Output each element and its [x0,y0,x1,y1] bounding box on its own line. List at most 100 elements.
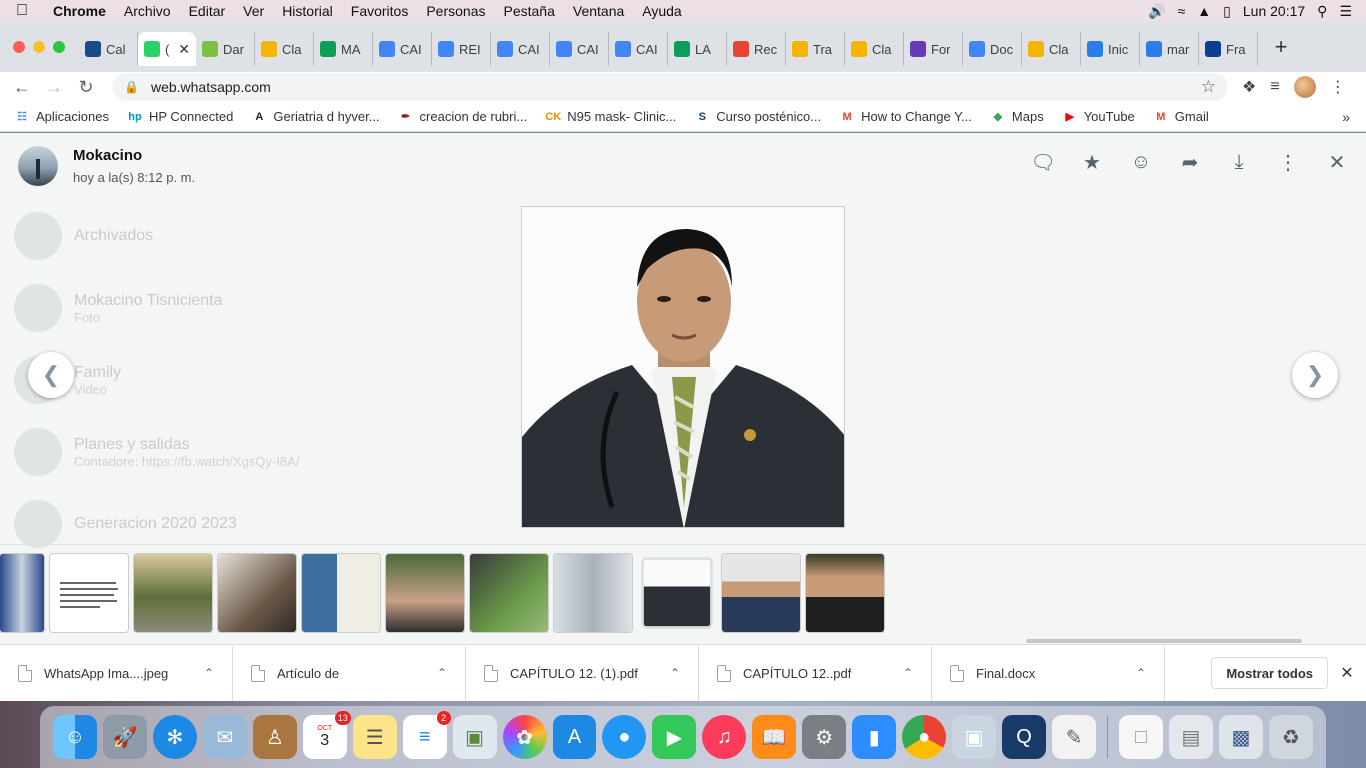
media-thumbnail[interactable] [470,553,548,632]
quicktime-icon[interactable]: Q [1002,715,1047,759]
react-emoji-icon[interactable]: ☺ [1130,151,1152,173]
tab[interactable]: CAI [491,32,550,66]
tab[interactable]: Dar [196,32,255,66]
system-preferences-icon[interactable]: ⚙ [802,715,847,759]
media-thumbnail[interactable] [722,553,800,632]
download-options-chevron-icon[interactable]: ⌃ [670,666,680,680]
trash-icon[interactable]: ♻ [1268,715,1313,759]
download-icon[interactable]: ⤓ [1228,151,1250,173]
menu-personas[interactable]: Personas [417,3,494,19]
download-item[interactable]: Final.docx ⌃ [932,645,1165,701]
facetime-icon[interactable]: ▶ [652,715,697,759]
media-thumbnail[interactable] [806,553,884,632]
bookmark-item[interactable]: M How to Change Y... [839,109,971,125]
media-control-icon[interactable]: ≡ [1270,78,1279,96]
tab[interactable]: CAI [609,32,668,66]
menu-app-name[interactable]: Chrome [44,3,115,19]
tab[interactable]: mar [1140,32,1199,66]
tab[interactable]: REI [432,32,491,66]
bookmark-item[interactable]: ☷ Aplicaciones [14,109,109,125]
menu-ayuda[interactable]: Ayuda [633,3,690,19]
close-viewer-icon[interactable]: ✕ [1326,151,1348,174]
close-tab-icon[interactable]: ✕ [178,41,190,58]
tab[interactable]: Cla [1022,32,1081,66]
tab[interactable]: For [904,32,963,66]
zoom-icon[interactable]: ▮ [852,715,897,759]
tab[interactable]: Cal [79,32,138,66]
extensions-puzzle-icon[interactable]: ❖ [1242,77,1256,97]
textedit-icon[interactable]: ✎ [1052,715,1097,759]
spotlight-search-icon[interactable]: ⚲ [1317,3,1327,20]
menu-historial[interactable]: Historial [273,3,342,19]
tab[interactable]: Cla [845,32,904,66]
download-item[interactable]: WhatsApp Ima....jpeg ⌃ [0,645,233,701]
bookmarks-overflow-icon[interactable]: » [1342,109,1366,125]
tab[interactable]: MA [314,32,373,66]
download-item[interactable]: Artículo de ⌃ [233,645,466,701]
more-options-icon[interactable]: ⋮ [1277,151,1299,174]
download-options-chevron-icon[interactable]: ⌃ [437,666,447,680]
back-button[interactable]: ← [6,77,38,98]
menu-pestana[interactable]: Pestaña [495,3,564,19]
next-media-button[interactable]: ❯ [1292,352,1338,398]
star-message-icon[interactable]: ★ [1081,151,1103,174]
download-item[interactable]: CAPÍTULO 12..pdf ⌃ [699,645,932,701]
close-shelf-icon[interactable]: ✕ [1328,663,1366,683]
tab[interactable]: CAI [373,32,432,66]
tab[interactable]: Doc [963,32,1022,66]
media-thumbnail[interactable] [302,553,380,632]
contact-avatar[interactable] [18,146,58,186]
media-thumbnail-selected[interactable] [643,559,711,626]
forward-button[interactable]: → [38,77,70,98]
menu-editar[interactable]: Editar [180,3,235,19]
calendar-icon[interactable]: OCT 3 13 [302,711,351,759]
menu-ver[interactable]: Ver [234,3,273,19]
menu-archivo[interactable]: Archivo [115,3,180,19]
media-thumbnail[interactable] [134,553,212,632]
finder-icon[interactable]: ☺ [53,715,97,759]
volume-icon[interactable]: 🔊 [1148,3,1165,20]
address-bar[interactable]: 🔒 web.whatsapp.com ☆ [112,73,1228,101]
menu-ventana[interactable]: Ventana [564,3,633,19]
tab-active[interactable]: (✕ [138,32,196,66]
media-thumbnail[interactable] [386,553,464,632]
new-tab-button[interactable]: + [1266,34,1296,60]
downloads-stack-icon[interactable]: ▤ [1168,715,1213,759]
tab[interactable]: Fra [1199,32,1258,66]
bookmark-item[interactable]: A Geriatria d hyver... [251,109,379,125]
tab[interactable]: CAI [550,32,609,66]
chrome-icon[interactable]: ● [902,715,947,759]
bookmark-item[interactable]: M Gmail [1153,109,1209,125]
thumbnail-scrollbar[interactable] [1026,639,1302,643]
reminders-icon[interactable]: ≡ 2 [402,711,451,759]
lock-icon[interactable]: 🔒 [124,80,139,94]
contacts-icon[interactable]: ♙ [252,715,297,759]
document-stack-icon[interactable]: □ [1119,715,1163,759]
image-capture-icon[interactable]: ▣ [952,715,997,759]
music-icon[interactable]: ♫ [702,715,747,759]
tab[interactable]: Tra [786,32,845,66]
download-item[interactable]: CAPÍTULO 12. (1).pdf ⌃ [466,645,699,701]
download-options-chevron-icon[interactable]: ⌃ [1136,666,1146,680]
photos-icon[interactable]: ✿ [502,715,547,759]
clock[interactable]: Lun 20:17 [1243,3,1305,19]
tab[interactable]: Inic [1081,32,1140,66]
media-thumbnail[interactable] [50,553,128,632]
close-window-button[interactable] [13,41,25,53]
bookmark-item[interactable]: ✒ creacion de rubri... [398,109,527,125]
previous-media-button[interactable]: ❮ [28,352,74,398]
safari-icon[interactable]: ✻ [152,715,197,759]
go-to-message-icon[interactable]: 🗨 [1030,151,1055,174]
notes-icon[interactable]: ☰ [352,715,397,759]
bookmark-item[interactable]: CK N95 mask- Clinic... [545,109,676,125]
bookmark-item[interactable]: ◆ Maps [990,109,1044,125]
screenshots-stack-icon[interactable]: ▩ [1218,715,1263,759]
battery-icon[interactable]: ▯ [1223,3,1231,20]
app-store-icon[interactable]: A [552,715,597,759]
notification-center-icon[interactable]: ☰ [1339,3,1352,20]
menu-favoritos[interactable]: Favoritos [342,3,418,19]
launchpad-icon[interactable]: 🚀 [102,715,147,759]
zoom-window-button[interactable] [53,41,65,53]
wifi-icon[interactable]: ≈ [1178,3,1186,19]
download-options-chevron-icon[interactable]: ⌃ [903,666,913,680]
